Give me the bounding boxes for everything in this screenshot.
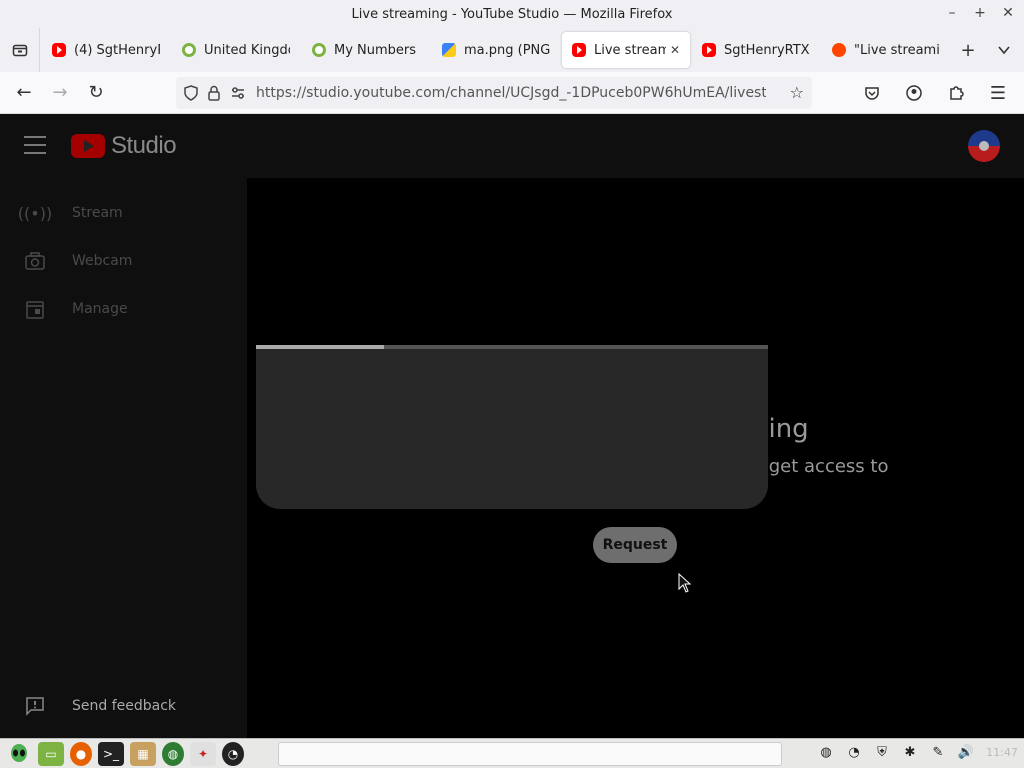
plus-icon: + — [960, 39, 976, 61]
sidebar-item-stream[interactable]: ((•)) Stream — [0, 191, 247, 235]
chevron-down-icon — [998, 46, 1010, 55]
account-button[interactable] — [896, 75, 932, 111]
tab-strip: (4) SgtHenryR United Kingdo My Numbers |… — [0, 28, 1024, 72]
network-tray-icon[interactable]: ◍ — [816, 742, 836, 762]
hamburger-menu-icon: ☰ — [989, 82, 1007, 104]
obs-launcher[interactable]: ◔ — [222, 741, 244, 766]
tab-live-streaming[interactable]: Live streami ✕ — [562, 32, 690, 68]
youtube-play-icon — [71, 134, 105, 158]
navigation-toolbar: ← → ↻ https://studio.youtube.com/channel… — [0, 72, 1024, 114]
youtube-favicon-icon — [702, 43, 716, 57]
feedback-icon — [24, 695, 46, 717]
tab-live-streaming-reddit[interactable]: "Live streamin — [822, 32, 950, 68]
permissions-icon[interactable] — [230, 85, 246, 101]
volume-icon[interactable]: 🔊 — [956, 742, 976, 762]
sidebar-item-manage[interactable]: Manage — [0, 287, 247, 331]
terminal-icon: >_ — [102, 746, 120, 761]
live-streaming-subtext: o get access to — [752, 456, 889, 477]
lock-icon — [208, 85, 220, 101]
channel-avatar[interactable] — [968, 130, 1000, 162]
reload-icon: ↻ — [88, 82, 104, 103]
mouse-cursor-icon — [678, 573, 692, 593]
tab-youtube-channel[interactable]: (4) SgtHenryR — [42, 32, 170, 68]
shield-icon — [184, 85, 198, 101]
image-favicon-icon — [442, 43, 456, 57]
all-tabs-button[interactable] — [0, 28, 40, 72]
taskbar-clock[interactable]: 11:47 — [984, 742, 1020, 762]
alien-icon — [11, 743, 27, 762]
folder-icon: ▭ — [45, 746, 57, 761]
account-icon — [906, 85, 922, 101]
pen-tray-icon[interactable]: ✎ — [928, 742, 948, 762]
media-launcher[interactable]: ✦ — [190, 741, 216, 766]
tab-my-numbers[interactable]: My Numbers | — [302, 32, 430, 68]
new-tab-button[interactable]: + — [950, 32, 986, 68]
extensions-button[interactable] — [938, 75, 974, 111]
maximize-button[interactable]: + — [972, 4, 988, 22]
puzzle-icon — [950, 86, 964, 100]
tab-manager-icon — [12, 44, 27, 57]
studio-sidebar: ((•)) Stream Webcam Manage Send feedback — [0, 178, 247, 738]
arrow-left-icon: ← — [16, 82, 32, 103]
youtube-favicon-icon — [572, 43, 586, 57]
calendar-icon — [24, 298, 46, 320]
reload-button[interactable]: ↻ — [78, 75, 114, 111]
globe-icon: ◍ — [167, 746, 179, 761]
window-controls: – + ✕ — [944, 4, 1016, 22]
network-launcher[interactable]: ◍ — [162, 741, 184, 766]
loading-dialog — [256, 349, 768, 509]
url-text[interactable]: https://studio.youtube.com/channel/UCJsg… — [256, 85, 766, 101]
tab-united-kingdom[interactable]: United Kingdo — [172, 32, 300, 68]
menu-button[interactable]: ☰ — [980, 75, 1016, 111]
sidebar-item-webcam[interactable]: Webcam — [0, 239, 247, 283]
obs-tray-icon[interactable]: ◔ — [844, 742, 864, 762]
studio-logo[interactable]: Studio — [71, 132, 177, 160]
youtube-favicon-icon — [52, 43, 66, 57]
reddit-favicon-icon — [832, 43, 846, 57]
desktop-taskbar: ▭ ● >_ ▦ ◍ ✦ ◔ ◍ ◔ ⛨ ✱ ✎ 🔊 11:47 — [0, 738, 1024, 768]
window-title: Live streaming - YouTube Studio — Mozill… — [351, 6, 673, 22]
player-icon: ✦ — [197, 746, 209, 761]
close-window-button[interactable]: ✕ — [1000, 4, 1016, 22]
terminal-launcher[interactable]: >_ — [98, 741, 124, 766]
broadcast-icon: ((•)) — [17, 203, 53, 223]
tab-sgthenryrtx[interactable]: SgtHenryRTX3 — [692, 32, 820, 68]
studio-header: Studio — [0, 114, 1024, 178]
request-button[interactable]: Request — [593, 527, 677, 563]
tab-ma-png[interactable]: ma.png (PNG I — [432, 32, 560, 68]
notification-tray-icon[interactable]: ✱ — [900, 742, 920, 762]
camera-icon — [24, 250, 46, 272]
start-menu-button[interactable] — [6, 742, 32, 766]
studio-menu-button[interactable] — [24, 136, 46, 154]
shield-tray-icon[interactable]: ⛨ — [872, 742, 892, 762]
close-tab-icon[interactable]: ✕ — [670, 43, 680, 57]
pocket-button[interactable] — [854, 75, 890, 111]
site-favicon-icon — [312, 43, 326, 57]
obs-icon: ◔ — [227, 746, 239, 761]
forward-button[interactable]: → — [42, 75, 78, 111]
system-tray: ◍ ◔ ⛨ ✱ ✎ 🔊 11:47 — [816, 742, 1020, 762]
back-button[interactable]: ← — [6, 75, 42, 111]
list-all-tabs-button[interactable] — [986, 32, 1022, 68]
site-favicon-icon — [182, 43, 196, 57]
archive-launcher[interactable]: ▦ — [130, 741, 156, 766]
sidebar-item-send-feedback[interactable]: Send feedback — [0, 684, 247, 728]
firefox-icon: ● — [75, 746, 87, 761]
pocket-icon — [865, 87, 879, 100]
arrow-right-icon: → — [52, 82, 68, 103]
file-manager-launcher[interactable]: ▭ — [38, 741, 64, 766]
bookmark-star-icon[interactable]: ☆ — [790, 83, 804, 102]
url-bar[interactable]: https://studio.youtube.com/channel/UCJsg… — [176, 77, 812, 109]
firefox-launcher[interactable]: ● — [70, 741, 92, 766]
window-titlebar: Live streaming - YouTube Studio — Mozill… — [0, 0, 1024, 28]
package-icon: ▦ — [137, 746, 149, 761]
taskbar-window-list[interactable] — [278, 742, 782, 766]
minimize-button[interactable]: – — [944, 4, 960, 22]
